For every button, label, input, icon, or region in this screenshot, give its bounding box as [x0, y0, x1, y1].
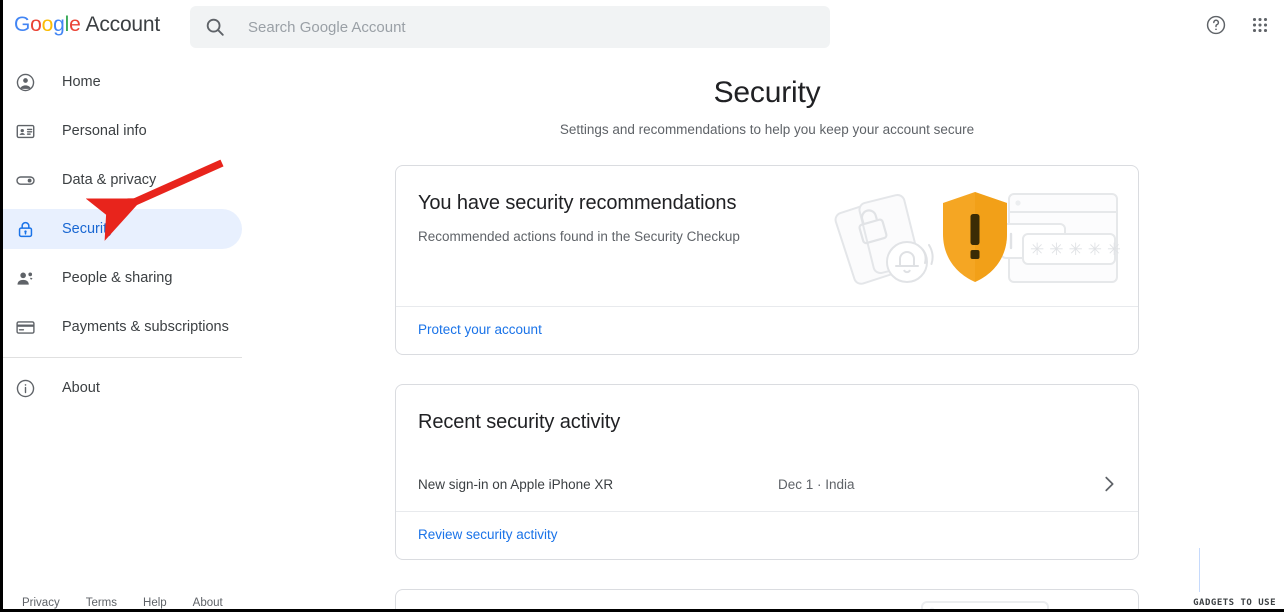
- sidebar-item-personal-info[interactable]: Personal info: [0, 111, 242, 151]
- page-header: Security Settings and recommendations to…: [250, 54, 1284, 140]
- footer-link-privacy[interactable]: Privacy: [22, 597, 60, 609]
- sidebar-divider: [0, 357, 242, 358]
- people-icon: [14, 267, 36, 289]
- top-bar-actions: [1202, 11, 1274, 39]
- logo-account-word: Account: [85, 13, 161, 36]
- top-app-bar: Google Account: [0, 0, 1284, 54]
- footer-link-terms[interactable]: Terms: [86, 597, 117, 609]
- help-circle-icon[interactable]: [1202, 11, 1230, 39]
- account-circle-icon: [14, 71, 36, 93]
- activity-row[interactable]: New sign-in on Apple iPhone XR Dec 1 · I…: [396, 457, 1138, 511]
- logo-letter-e: e: [69, 13, 81, 36]
- sidebar-item-payments-subscriptions[interactable]: Payments & subscriptions: [0, 307, 242, 347]
- lock-icon: [14, 218, 36, 240]
- watermark-text: GADGETS TO USE: [1193, 598, 1276, 608]
- logo-letter-o1: o: [30, 13, 42, 36]
- search-input[interactable]: [246, 17, 766, 37]
- review-security-activity-link[interactable]: Review security activity: [418, 527, 558, 542]
- toggle-switch-icon: [14, 169, 36, 191]
- card-header: Recent security activity: [396, 385, 1138, 435]
- security-shield-warning-illustration: ✳✳✳✳✳: [830, 184, 1121, 297]
- card-footer: Protect your account: [396, 306, 1138, 354]
- sidebar-item-about[interactable]: About: [0, 368, 242, 408]
- logo-letter-g2: g: [53, 13, 65, 36]
- card-body: You have security recommendations Recomm…: [396, 166, 1138, 306]
- apps-grid-icon[interactable]: [1246, 11, 1274, 39]
- sidebar-item-label: Payments & subscriptions: [62, 319, 229, 335]
- card-footer: Review security activity: [396, 511, 1138, 559]
- page-title: Security: [713, 76, 821, 109]
- page-subtitle: Settings and recommendations to help you…: [559, 122, 975, 137]
- capture-edge-left: [0, 0, 3, 612]
- activity-meta: Dec 1 · India: [778, 476, 855, 492]
- chevron-right-icon[interactable]: [1098, 473, 1120, 495]
- sidebar-item-label: Data & privacy: [62, 172, 157, 188]
- info-circle-icon: [14, 377, 36, 399]
- protect-your-account-link[interactable]: Protect your account: [418, 322, 542, 337]
- footer-link-help[interactable]: Help: [143, 597, 167, 609]
- svg-text:✳✳✳✳✳: ✳✳✳✳✳: [1030, 240, 1120, 260]
- security-recommendations-card: You have security recommendations Recomm…: [395, 165, 1139, 355]
- sidebar-item-label: Home: [62, 74, 101, 90]
- footer-links: Privacy Terms Help About: [22, 597, 223, 609]
- credit-card-icon: [14, 316, 36, 338]
- logo-letter-o2: o: [41, 13, 54, 36]
- card-title: Recent security activity: [418, 411, 621, 433]
- sidebar-item-label: Personal info: [62, 123, 147, 139]
- sidebar-item-data-privacy[interactable]: Data & privacy: [0, 160, 242, 200]
- watermark-line: [1199, 548, 1200, 592]
- sidebar-item-people-sharing[interactable]: People & sharing: [0, 258, 242, 298]
- sidebar-item-home[interactable]: Home: [0, 62, 242, 102]
- recent-security-activity-card: Recent security activity New sign-in on …: [395, 384, 1139, 560]
- sidebar-item-label: People & sharing: [62, 270, 173, 286]
- id-card-icon: [14, 120, 36, 142]
- sidebar-navigation: Home Personal info Data & privacy Securi…: [0, 62, 250, 612]
- google-account-security-page: Google Account Search Google Account Hom…: [0, 0, 1284, 612]
- sidebar-item-label: About: [62, 380, 100, 396]
- sidebar-item-label: Security: [62, 221, 115, 237]
- search-icon: [204, 16, 226, 38]
- activity-device: New sign-in on Apple iPhone XR: [418, 476, 614, 492]
- footer-link-about[interactable]: About: [193, 597, 223, 609]
- sidebar-item-security[interactable]: Security: [0, 209, 242, 249]
- search-bar[interactable]: [190, 6, 830, 48]
- google-account-logo[interactable]: Google Account: [14, 12, 160, 38]
- logo-letter-g1: G: [14, 13, 31, 36]
- main-content: Security Settings and recommendations to…: [250, 54, 1284, 612]
